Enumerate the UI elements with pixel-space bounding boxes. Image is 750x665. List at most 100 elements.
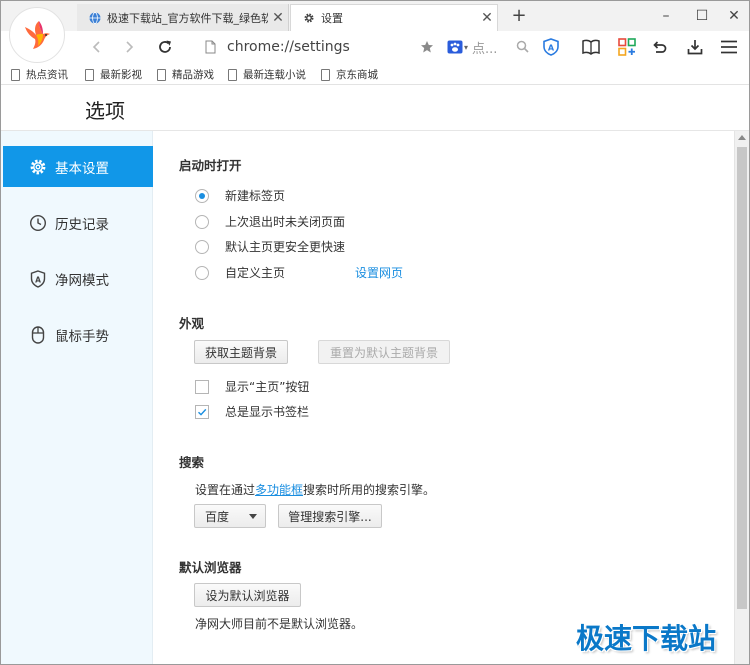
tab-title: 极速下载站_官方软件下载_绿色软 xyxy=(107,11,268,25)
sidebar-item-label: 历史记录 xyxy=(55,216,109,233)
checkbox-label: 总是显示书签栏 xyxy=(225,405,310,419)
search-engine-select[interactable]: 百度 xyxy=(194,504,266,528)
search-placeholder: 点... xyxy=(472,41,498,57)
bookmarks-bar: 热点资讯 最新影视 精品游戏 最新连载小说 京东商城 xyxy=(1,63,749,85)
sidebar-item-label: 净网模式 xyxy=(55,272,109,289)
set-default-browser-button[interactable]: 设为默认浏览器 xyxy=(194,583,301,607)
download-icon[interactable] xyxy=(683,35,707,59)
startup-option-new-tab[interactable]: 新建标签页 xyxy=(195,187,285,204)
sidebar-item-mouse-gestures[interactable]: 鼠标手势 xyxy=(3,314,153,355)
show-bookmarks-bar-option[interactable]: 总是显示书签栏 xyxy=(195,403,309,420)
set-pages-link[interactable]: 设置网页 xyxy=(355,264,403,281)
close-button[interactable]: ✕ xyxy=(717,1,749,31)
omnibox-link[interactable]: 多功能框 xyxy=(255,483,303,497)
shield-icon: A xyxy=(29,269,47,288)
minimize-button[interactable]: – xyxy=(649,1,683,31)
mouse-icon xyxy=(29,325,47,344)
bookmark-label: 最新连载小说 xyxy=(243,69,306,81)
bookmark-label: 热点资讯 xyxy=(26,69,68,81)
sidebar-item-clean-mode[interactable]: A 净网模式 xyxy=(3,258,153,299)
search-description: 设置在通过多功能框搜索时所用的搜索引擎。 xyxy=(195,481,435,498)
reader-icon[interactable] xyxy=(579,35,603,59)
search-icon[interactable] xyxy=(516,40,529,57)
bookmark-label: 京东商城 xyxy=(336,69,378,81)
tab-close-button[interactable]: ✕ xyxy=(268,10,288,26)
gear-icon xyxy=(29,158,47,176)
url-text: chrome://settings xyxy=(227,39,350,55)
radio-label: 默认主页更安全更快速 xyxy=(225,240,346,254)
undo-icon[interactable] xyxy=(647,35,671,59)
sidebar-item-label: 鼠标手势 xyxy=(55,328,109,345)
search-box[interactable]: ▾ 点... xyxy=(447,36,531,58)
tab-jisu[interactable]: 极速下载站_官方软件下载_绿色软 ✕ xyxy=(77,4,289,31)
toolbar: chrome://settings ▾ 点... A xyxy=(1,31,749,63)
reset-theme-button[interactable]: 重置为默认主题背景 xyxy=(318,340,450,364)
menu-icon[interactable] xyxy=(717,35,741,59)
radio-button[interactable] xyxy=(195,188,209,203)
bookmark-page-icon xyxy=(228,68,237,81)
bookmark-page-icon xyxy=(85,68,94,81)
address-bar[interactable]: chrome://settings xyxy=(197,34,441,60)
sidebar: 基本设置 历史记录 A 净网模式 鼠标手势 xyxy=(1,131,153,664)
settings-main: 启动时打开 新建标签页 上次退出时未关闭页面 默认主页更安全更快速 自定义主页 … xyxy=(153,131,733,664)
chevron-down-icon xyxy=(249,514,257,519)
shield-icon[interactable]: A xyxy=(539,35,563,59)
radio-button[interactable] xyxy=(195,265,209,280)
startup-option-custom-home[interactable]: 自定义主页 xyxy=(195,264,285,281)
new-tab-button[interactable]: + xyxy=(509,5,529,27)
sidebar-item-basic-settings[interactable]: 基本设置 xyxy=(3,146,153,187)
section-title-search: 搜索 xyxy=(179,455,205,470)
manage-search-engines-button[interactable]: 管理搜索引擎... xyxy=(278,504,382,528)
reload-icon[interactable] xyxy=(153,35,177,59)
section-title-appearance: 外观 xyxy=(179,316,205,331)
bookmark-item[interactable]: 最新影视 xyxy=(85,67,142,82)
page-title: 选项 xyxy=(85,99,125,123)
tab-settings[interactable]: 设置 ✕ xyxy=(290,4,498,31)
bookmark-item[interactable]: 最新连载小说 xyxy=(228,67,306,82)
radio-label: 上次退出时未关闭页面 xyxy=(225,215,346,229)
scroll-up-arrow-icon[interactable] xyxy=(738,135,746,140)
bookmark-item[interactable]: 京东商城 xyxy=(321,67,378,82)
show-home-button-option[interactable]: 显示“主页”按钮 xyxy=(195,378,309,395)
maximize-button[interactable]: ☐ xyxy=(685,1,719,31)
radio-label: 自定义主页 xyxy=(225,266,286,280)
get-theme-button[interactable]: 获取主题背景 xyxy=(194,340,288,364)
forward-icon[interactable] xyxy=(117,35,141,59)
globe-icon xyxy=(89,11,101,24)
hummingbird-icon xyxy=(25,21,50,49)
section-title-startup: 启动时打开 xyxy=(179,158,242,173)
scrollbar[interactable] xyxy=(734,131,749,664)
startup-option-restore[interactable]: 上次退出时未关闭页面 xyxy=(195,213,345,230)
watermark: 极速下载站 xyxy=(576,622,717,655)
page-icon xyxy=(205,40,216,57)
radio-button[interactable] xyxy=(195,239,209,254)
startup-option-default-home[interactable]: 默认主页更安全更快速 xyxy=(195,238,345,255)
search-desc-text: 设置在通过 xyxy=(195,483,256,497)
svg-text:A: A xyxy=(35,275,41,284)
search-engine-icon[interactable]: ▾ xyxy=(447,40,468,54)
checkbox-label: 显示“主页”按钮 xyxy=(225,380,310,394)
star-icon[interactable] xyxy=(415,35,439,59)
sidebar-item-label: 基本设置 xyxy=(55,160,109,177)
clock-icon xyxy=(29,214,47,232)
browser-logo[interactable] xyxy=(9,7,65,63)
tab-strip: 极速下载站_官方软件下载_绿色软 ✕ 设置 ✕ + – ☐ ✕ xyxy=(1,1,749,31)
browser-window: 极速下载站_官方软件下载_绿色软 ✕ 设置 ✕ + – ☐ ✕ chrome:/… xyxy=(0,0,750,665)
bookmark-item[interactable]: 热点资讯 xyxy=(11,67,68,82)
bookmark-item[interactable]: 精品游戏 xyxy=(157,67,214,82)
bookmark-page-icon xyxy=(11,68,20,81)
search-engine-value: 百度 xyxy=(205,509,230,524)
checkbox[interactable] xyxy=(195,404,209,419)
tab-close-button[interactable]: ✕ xyxy=(477,10,497,26)
sidebar-item-history[interactable]: 历史记录 xyxy=(3,202,153,243)
scrollbar-thumb[interactable] xyxy=(737,147,747,609)
apps-icon[interactable] xyxy=(615,35,639,59)
search-desc-text: 搜索时所用的搜索引擎。 xyxy=(303,483,436,497)
radio-button[interactable] xyxy=(195,214,209,229)
checkbox[interactable] xyxy=(195,379,209,394)
radio-label: 新建标签页 xyxy=(225,189,286,203)
checkmark-icon xyxy=(198,408,207,416)
bookmark-label: 精品游戏 xyxy=(172,69,214,81)
back-icon[interactable] xyxy=(85,35,109,59)
tab-title: 设置 xyxy=(321,12,343,25)
